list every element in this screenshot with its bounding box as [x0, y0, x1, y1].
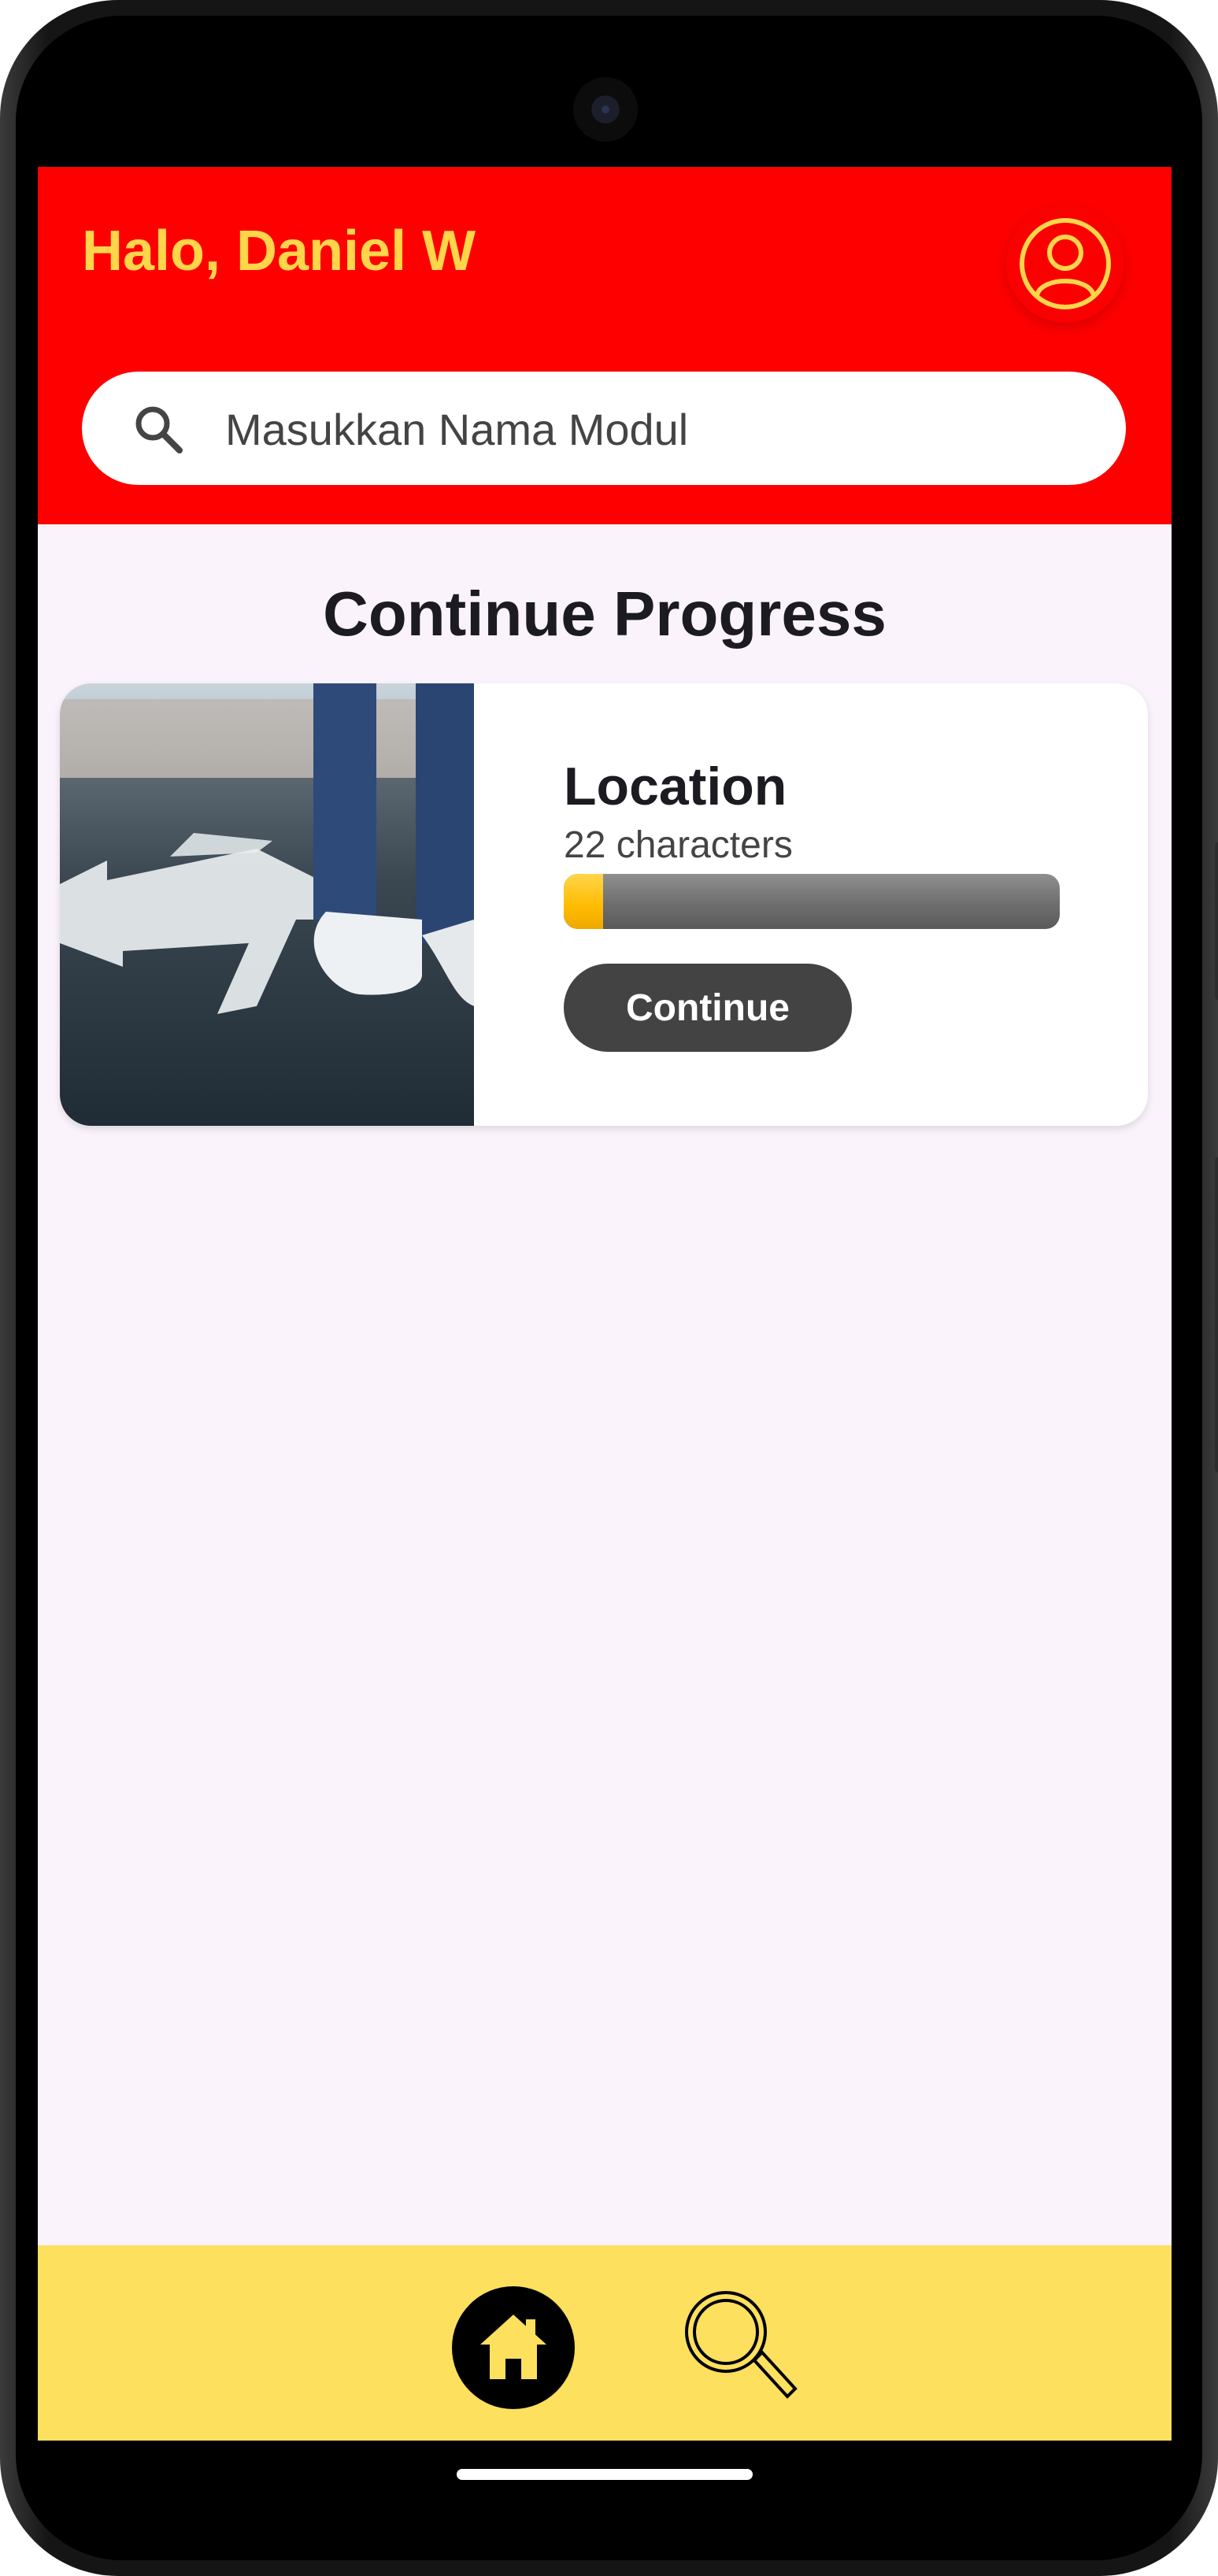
module-subtitle: 22 characters — [564, 824, 793, 866]
greeting-text: Halo, Daniel W — [82, 220, 476, 283]
progress-bar-fill — [564, 874, 604, 929]
search-icon — [135, 406, 183, 453]
home-indicator[interactable] — [457, 2469, 753, 2480]
progress-card[interactable]: Location 22 characters Continue — [60, 683, 1148, 1126]
search-icon — [685, 2291, 798, 2399]
section-title: Continue Progress — [323, 579, 887, 649]
app-header: Halo, Daniel W — [38, 167, 1172, 524]
phone-side-button — [1215, 1157, 1218, 1472]
user-circle-icon — [1020, 218, 1111, 309]
home-icon — [480, 2315, 546, 2379]
front-camera — [573, 77, 638, 142]
search-bar[interactable] — [82, 372, 1126, 487]
bottom-navigation — [38, 2245, 1172, 2441]
progress-bar — [564, 874, 1060, 929]
nav-search-button[interactable] — [677, 2285, 803, 2411]
nav-home-button[interactable] — [452, 2286, 575, 2409]
profile-button[interactable] — [1006, 205, 1124, 323]
app-screen: Halo, Daniel W Continue Progress — [38, 167, 1172, 2441]
module-image — [60, 683, 474, 1126]
continue-button[interactable]: Continue — [564, 964, 852, 1052]
module-title: Location — [564, 757, 787, 816]
phone-side-button — [1215, 842, 1218, 1000]
search-input[interactable] — [224, 372, 1093, 487]
